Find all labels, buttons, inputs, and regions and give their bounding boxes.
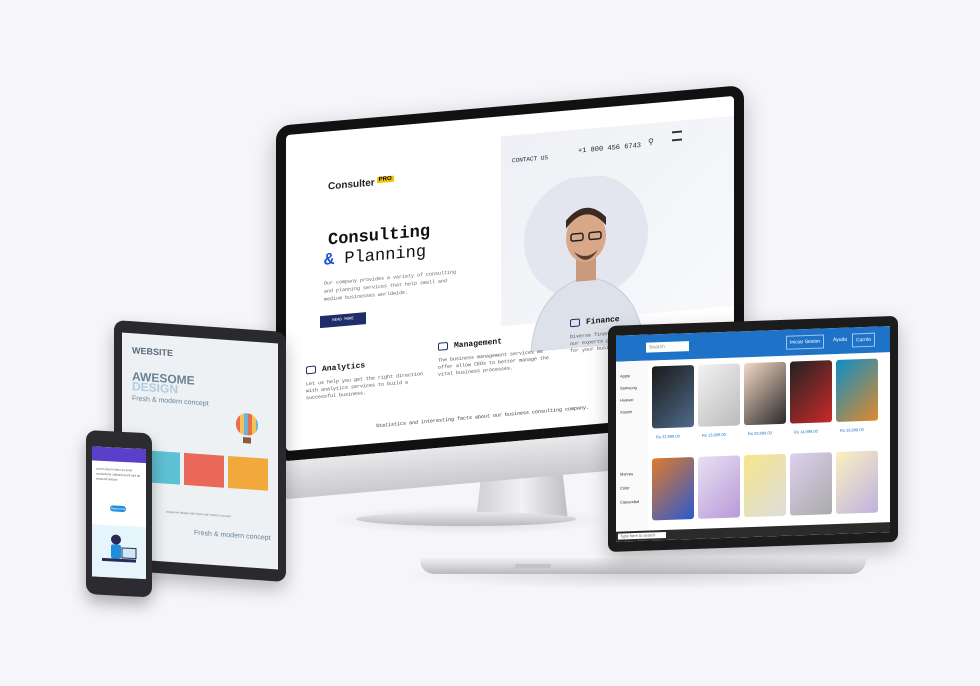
- product-image[interactable]: [698, 455, 740, 519]
- hero-description: Our company provides a variety of consul…: [324, 269, 457, 303]
- site-logo[interactable]: Consulter PRO: [328, 175, 394, 193]
- feature-text: Let us help you get the right direction …: [306, 371, 424, 402]
- logo-badge: PRO: [376, 175, 394, 184]
- phone-screen: Lorem ipsum dolor sit amet consectetur a…: [92, 446, 146, 580]
- product-image[interactable]: [744, 361, 786, 426]
- imac-foot: [356, 512, 576, 526]
- product-price: Rs 14,999.00: [794, 428, 818, 435]
- feature-analytics: Analytics Let us help you get the right …: [306, 356, 426, 403]
- product-price: Rs 22,999.00: [656, 433, 680, 440]
- feature-title: Management: [454, 337, 503, 351]
- feature-management: Management The business management servi…: [438, 332, 558, 379]
- shop-sidebar: Apple Samsung Huawei Xiaomi Marcas Color…: [616, 360, 648, 532]
- hero-ampersand: &: [324, 250, 335, 271]
- product-image[interactable]: [836, 358, 878, 423]
- product-price: Rs 29,999.00: [748, 430, 772, 437]
- laptop-base: [420, 558, 866, 574]
- tablet-title: WEBSITE: [132, 345, 174, 359]
- read-more-button[interactable]: READ MORE: [320, 312, 366, 329]
- analytics-icon: [306, 365, 316, 375]
- product-image[interactable]: [698, 363, 740, 427]
- balloon-basket: [243, 437, 251, 444]
- phone-header: [92, 446, 146, 464]
- briefcase-icon: [438, 341, 448, 351]
- search-icon[interactable]: ⚲: [648, 137, 654, 147]
- search-input[interactable]: Search: [646, 341, 689, 353]
- product-image[interactable]: [744, 453, 786, 518]
- tablet-caption: Awesome design with fresh and modern con…: [166, 509, 231, 519]
- menu-icon[interactable]: [672, 130, 682, 142]
- product-image[interactable]: [790, 360, 832, 424]
- sidebar-item[interactable]: Capacidad: [620, 499, 639, 505]
- login-button[interactable]: Iniciar Sesion: [786, 334, 825, 350]
- laptop-notch: [515, 564, 551, 568]
- help-button[interactable]: Ayuda: [830, 334, 850, 347]
- phone-read-more-button[interactable]: Read more: [110, 505, 126, 513]
- sidebar-item[interactable]: Apple: [620, 373, 630, 378]
- product-image[interactable]: [652, 364, 694, 429]
- laptop: Search Iniciar Sesion Ayuda Carrito Appl…: [608, 315, 898, 556]
- gear-icon[interactable]: [228, 455, 268, 491]
- feature-title: Analytics: [322, 361, 366, 375]
- tablet-tagline: Fresh & modern concept: [132, 395, 209, 408]
- cart-button[interactable]: Carrito: [852, 332, 876, 348]
- phone-body-text: Lorem ipsum dolor sit amet consectetur a…: [96, 466, 141, 482]
- logo-text: Consulter: [328, 177, 375, 193]
- tablet-design: DESIGN: [132, 379, 179, 397]
- person-at-desk-icon: [102, 534, 137, 563]
- laptop-icon[interactable]: [184, 452, 224, 488]
- product-image[interactable]: [790, 452, 832, 516]
- product-image[interactable]: [836, 450, 878, 515]
- laptop-screen: Search Iniciar Sesion Ayuda Carrito Appl…: [616, 326, 890, 542]
- taskbar-search[interactable]: Type here to search: [618, 531, 666, 540]
- feature-text: The business management services we offe…: [438, 348, 550, 378]
- product-price: Rs 29,999.00: [840, 427, 864, 433]
- sidebar-item[interactable]: Color: [620, 485, 630, 490]
- product-image[interactable]: [652, 456, 694, 521]
- balloon-icon: [236, 412, 258, 437]
- sidebar-item[interactable]: Huawei: [620, 397, 633, 402]
- sidebar-item[interactable]: Samsung: [620, 385, 637, 391]
- smartphone: Lorem ipsum dolor sit amet consectetur a…: [86, 430, 152, 598]
- card-icon: [570, 318, 580, 328]
- tablet-tagline-2: Fresh & modern concept: [194, 529, 271, 542]
- sidebar-item[interactable]: Marcas: [620, 471, 633, 476]
- phone-illustration: [92, 524, 146, 580]
- product-price: Rs 13,999.00: [702, 431, 726, 438]
- laptop-frame: Search Iniciar Sesion Ayuda Carrito Appl…: [608, 315, 898, 552]
- shop-header: Search Iniciar Sesion Ayuda Carrito: [616, 326, 890, 362]
- taskbar: Type here to search: [616, 522, 890, 542]
- sidebar-item[interactable]: Xiaomi: [620, 409, 632, 414]
